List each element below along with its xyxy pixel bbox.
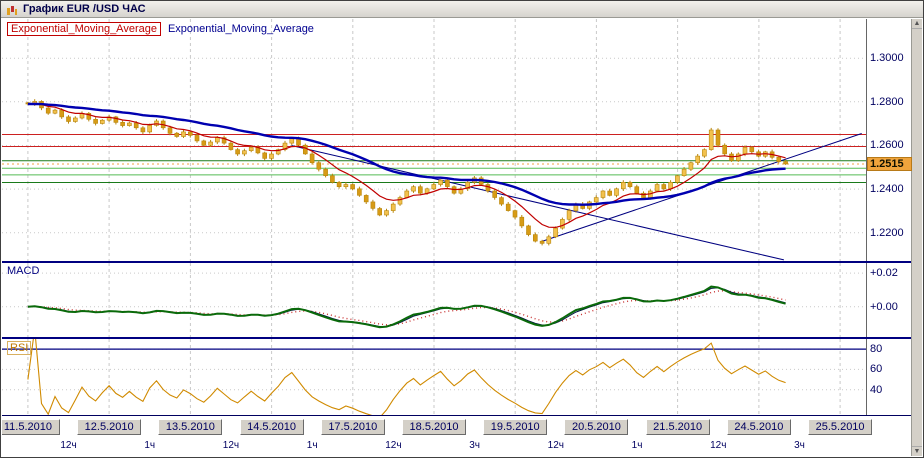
date-label: 21.5.2010 <box>646 419 710 435</box>
rsi-label[interactable]: RSI <box>7 341 31 355</box>
hour-label: 1ч <box>137 440 163 451</box>
date-label: 18.5.2010 <box>402 419 466 435</box>
hour-label: 1ч <box>624 440 650 451</box>
scroll-up-icon[interactable]: ▲ <box>912 19 922 29</box>
macd-canvas[interactable] <box>2 263 866 337</box>
vertical-scrollbar[interactable]: ▲ ▼ <box>911 19 922 456</box>
price-axis: 1.2515 1.3000 1.2800 1.2600 1.2400 1.2200 <box>866 19 912 261</box>
axis-tick-label: 1.2400 <box>870 183 904 195</box>
rsi-canvas[interactable] <box>2 339 866 415</box>
rsi-panel-row: RSI 80 60 40 <box>2 339 912 415</box>
axis-tick-label: 1.2600 <box>870 139 904 151</box>
window-title: График EUR /USD ЧАС <box>23 3 146 15</box>
axis-tick-label: 1.2800 <box>870 96 904 108</box>
hour-label: 3ч <box>462 440 488 451</box>
axis-tick-label: 1.3000 <box>870 52 904 64</box>
chart-window-icon <box>6 3 18 15</box>
chart-client-area: Exponential_Moving_Average Exponential_M… <box>2 19 912 456</box>
price-panel-row: Exponential_Moving_Average Exponential_M… <box>2 19 912 261</box>
chart-window: График EUR /USD ЧАС Exponential_Moving_A… <box>0 0 924 458</box>
macd-panel-row: MACD +0.02 +0.00 <box>2 263 912 337</box>
date-label: 24.5.2010 <box>727 419 791 435</box>
axis-tick-label: 80 <box>870 343 882 355</box>
hour-label: 12ч <box>705 440 731 451</box>
date-label: 12.5.2010 <box>77 419 141 435</box>
date-label: 25.5.2010 <box>808 419 872 435</box>
axis-tick-label: 60 <box>870 363 882 375</box>
rsi-panel[interactable]: RSI <box>2 339 866 415</box>
ema-fast-label[interactable]: Exponential_Moving_Average <box>7 22 161 36</box>
current-price-badge: 1.2515 <box>867 157 912 171</box>
window-titlebar[interactable]: График EUR /USD ЧАС <box>1 1 923 18</box>
date-label: 14.5.2010 <box>240 419 304 435</box>
rsi-axis: 80 60 40 <box>866 339 912 415</box>
axis-tick-label: +0.00 <box>870 301 898 313</box>
scroll-down-icon[interactable]: ▼ <box>912 446 922 456</box>
macd-panel[interactable]: MACD <box>2 263 866 337</box>
hour-label: 1ч <box>299 440 325 451</box>
hour-label: 3ч <box>786 440 812 451</box>
macd-axis: +0.02 +0.00 <box>866 263 912 337</box>
price-chart-panel[interactable]: Exponential_Moving_Average Exponential_M… <box>2 19 866 261</box>
indicator-labels: Exponential_Moving_Average Exponential_M… <box>7 22 314 36</box>
price-chart-canvas[interactable] <box>2 19 866 261</box>
date-label: 11.5.2010 <box>2 419 60 435</box>
axis-tick-label: 1.2200 <box>870 227 904 239</box>
time-axis[interactable]: 11.5.2010 12.5.2010 13.5.2010 14.5.2010 17.5… <box>2 416 912 457</box>
date-label: 19.5.2010 <box>483 419 547 435</box>
date-label: 20.5.2010 <box>564 419 628 435</box>
ema-slow-label[interactable]: Exponential_Moving_Average <box>168 23 314 35</box>
axis-tick-label: +0.02 <box>870 267 898 279</box>
hour-label: 12ч <box>218 440 244 451</box>
date-label: 17.5.2010 <box>321 419 385 435</box>
hour-label: 12ч <box>56 440 82 451</box>
axis-tick-label: 40 <box>870 384 882 396</box>
macd-label[interactable]: MACD <box>7 265 39 277</box>
date-label: 13.5.2010 <box>158 419 222 435</box>
hour-label: 12ч <box>380 440 406 451</box>
hour-label: 12ч <box>543 440 569 451</box>
